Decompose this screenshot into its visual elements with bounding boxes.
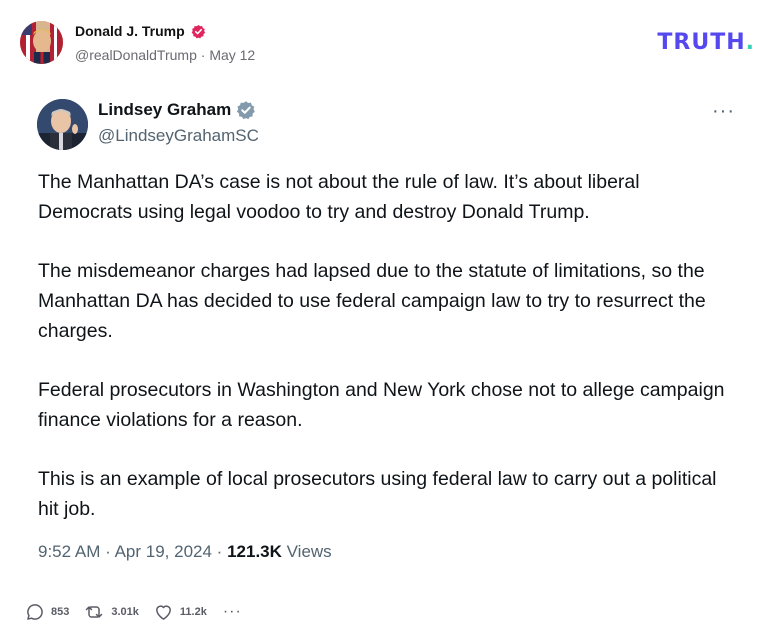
truth-logo-dot: . bbox=[745, 30, 755, 55]
truth-post-date[interactable]: May 12 bbox=[209, 47, 255, 63]
post-paragraph: Federal prosecutors in Washington and Ne… bbox=[38, 379, 725, 431]
verified-icon bbox=[191, 24, 206, 39]
post-paragraph: The misdemeanor charges had lapsed due t… bbox=[38, 260, 706, 342]
like-icon bbox=[153, 602, 174, 622]
retruth-count: 3.01k bbox=[111, 606, 139, 618]
truth-author-name[interactable]: Donald J. Trump bbox=[75, 23, 185, 39]
truth-logo[interactable]: TRUTH. bbox=[657, 30, 755, 55]
like-count: 11.2k bbox=[179, 606, 207, 618]
embedded-post-meta: 9:52 AM · Apr 19, 2024 · 121.3K Views bbox=[38, 542, 332, 562]
meta-separator: · bbox=[216, 542, 223, 561]
reply-button[interactable]: 853 bbox=[25, 602, 69, 622]
more-icon[interactable]: ··· bbox=[223, 603, 242, 621]
reply-icon bbox=[25, 602, 45, 622]
truth-post-meta: @realDonaldTrump · May 12 bbox=[75, 47, 255, 63]
embedded-author-name[interactable]: Lindsey Graham bbox=[98, 100, 231, 120]
meta-separator: · bbox=[200, 47, 206, 63]
embedded-author-handle[interactable]: @LindseyGrahamSC bbox=[98, 126, 259, 146]
retruth-icon bbox=[83, 602, 105, 622]
meta-separator: · bbox=[105, 542, 111, 561]
post-paragraph: The Manhattan DA’s case is not about the… bbox=[38, 171, 640, 223]
retruth-button[interactable]: 3.01k bbox=[83, 602, 139, 622]
gray-verified-icon bbox=[236, 100, 256, 120]
truth-author-avatar[interactable] bbox=[20, 21, 63, 64]
truth-logo-text: TRUTH bbox=[657, 30, 746, 55]
embedded-post-body: The Manhattan DA’s case is not about the… bbox=[38, 167, 738, 553]
reply-count: 853 bbox=[51, 606, 70, 618]
truth-post-header: Donald J. Trump @realDonaldTrump · May 1… bbox=[0, 0, 777, 80]
like-button[interactable]: 11.2k bbox=[153, 602, 207, 622]
post-date[interactable]: Apr 19, 2024 bbox=[115, 542, 212, 561]
truth-author-handle[interactable]: @realDonaldTrump bbox=[75, 47, 197, 63]
truth-author-row: Donald J. Trump bbox=[75, 23, 206, 39]
more-icon[interactable]: ··· bbox=[712, 100, 735, 123]
action-bar: 853 3.01k 11.2k ··· bbox=[25, 600, 242, 624]
post-paragraph: This is an example of local prosecutors … bbox=[38, 468, 717, 520]
views-count: 121.3K bbox=[227, 542, 282, 561]
views-label: Views bbox=[286, 542, 332, 561]
embedded-author-avatar[interactable] bbox=[37, 99, 88, 150]
post-time[interactable]: 9:52 AM bbox=[38, 542, 100, 561]
embedded-author-row: Lindsey Graham bbox=[98, 100, 256, 120]
